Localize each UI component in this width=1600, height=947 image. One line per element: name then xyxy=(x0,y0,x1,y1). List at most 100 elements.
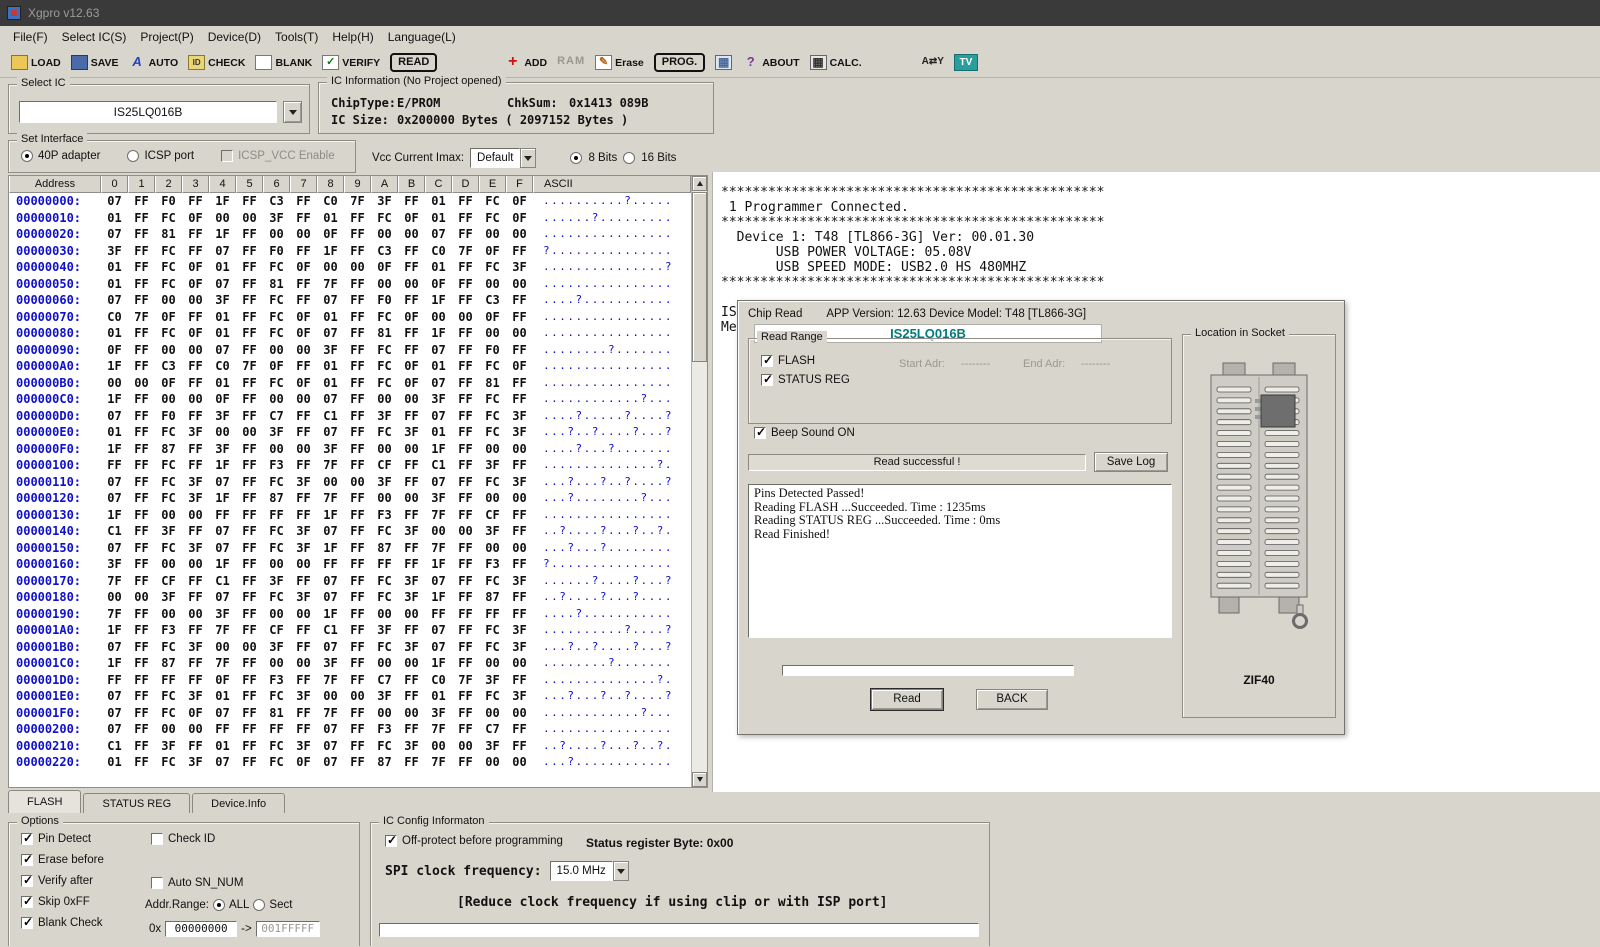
hex-byte[interactable]: FF xyxy=(236,606,263,623)
hex-byte[interactable]: 07 xyxy=(317,391,344,408)
hex-byte[interactable]: C3 xyxy=(371,243,398,260)
hex-row[interactable]: 000001B0:07FFFC3F00003FFF07FFFC3F07FFFC3… xyxy=(9,639,707,656)
hex-byte[interactable]: 1F xyxy=(101,441,128,458)
hex-byte[interactable]: FF xyxy=(344,556,371,573)
hex-byte[interactable]: FF xyxy=(398,622,425,639)
hex-byte[interactable]: 01 xyxy=(209,688,236,705)
hex-byte[interactable]: FC xyxy=(263,738,290,755)
hex-byte[interactable]: FF xyxy=(128,507,155,524)
hex-byte[interactable]: 00 xyxy=(398,606,425,623)
hex-byte[interactable]: 3F xyxy=(398,738,425,755)
radio-addr-all[interactable] xyxy=(213,899,225,911)
hex-byte[interactable]: FF xyxy=(344,226,371,243)
hex-byte[interactable]: 7F xyxy=(209,655,236,672)
hex-byte[interactable]: FC xyxy=(263,589,290,606)
hex-byte[interactable]: FF xyxy=(128,457,155,474)
hex-byte[interactable]: FC xyxy=(479,408,506,425)
save-log-button[interactable]: Save Log xyxy=(1094,452,1168,472)
hex-byte[interactable]: 00 xyxy=(182,507,209,524)
hex-row[interactable]: 00000130:1FFF0000FFFFFFFF1FFFF3FF7FFFCFF… xyxy=(9,507,707,524)
toolbar-prog-button[interactable]: PROG. xyxy=(654,53,705,72)
hex-byte[interactable]: FF xyxy=(452,342,479,359)
hex-row[interactable]: 00000090:0FFF000007FF00003FFFFCFF07FFF0F… xyxy=(9,342,707,359)
toolbar-ram-button[interactable]: RAM xyxy=(557,55,585,70)
hex-byte[interactable]: FF xyxy=(209,721,236,738)
hex-byte[interactable]: 00 xyxy=(290,441,317,458)
tab-flash[interactable]: FLASH xyxy=(8,790,81,813)
hex-byte[interactable]: 07 xyxy=(317,424,344,441)
hex-byte[interactable]: FF xyxy=(290,193,317,210)
hex-byte[interactable]: FF xyxy=(209,507,236,524)
hex-byte[interactable]: 7F xyxy=(452,672,479,689)
hex-byte[interactable]: CF xyxy=(263,622,290,639)
hex-byte[interactable]: FC xyxy=(263,754,290,771)
hex-byte[interactable]: 3F xyxy=(371,408,398,425)
hex-byte[interactable]: 0F xyxy=(290,375,317,392)
hex-byte[interactable]: 7F xyxy=(425,507,452,524)
hex-byte[interactable]: 0F xyxy=(101,342,128,359)
hex-byte[interactable]: 1F xyxy=(209,490,236,507)
hex-byte[interactable]: FF xyxy=(344,408,371,425)
hex-byte[interactable]: FF xyxy=(290,424,317,441)
hex-byte[interactable]: FF xyxy=(452,391,479,408)
hex-row[interactable]: 00000110:07FFFC3F07FFFC3F00003FFF07FFFC3… xyxy=(9,474,707,491)
hex-byte[interactable]: FF xyxy=(236,523,263,540)
hex-byte[interactable]: 0F xyxy=(479,243,506,260)
checkbox[interactable] xyxy=(151,833,163,845)
hex-byte[interactable]: C0 xyxy=(425,243,452,260)
hex-byte[interactable]: FF xyxy=(155,672,182,689)
hex-byte[interactable]: FC xyxy=(479,688,506,705)
hex-byte[interactable]: FF xyxy=(236,754,263,771)
hex-byte[interactable]: 07 xyxy=(101,474,128,491)
hex-byte[interactable]: 3F xyxy=(101,243,128,260)
hex-byte[interactable]: F0 xyxy=(155,193,182,210)
hex-byte[interactable]: 0F xyxy=(155,309,182,326)
ic-combobox[interactable]: IS25LQ016B xyxy=(19,101,277,123)
hex-byte[interactable]: FF xyxy=(317,556,344,573)
toolbar-about-button[interactable]: ?ABOUT xyxy=(742,55,799,70)
hex-byte[interactable]: FF xyxy=(506,292,533,309)
hex-byte[interactable]: 0F xyxy=(182,210,209,227)
hex-byte[interactable]: 3F xyxy=(425,490,452,507)
hex-byte[interactable]: 1F xyxy=(317,540,344,557)
hex-byte[interactable]: FF xyxy=(290,507,317,524)
read-button[interactable]: Read xyxy=(871,689,943,710)
hex-row[interactable]: 000000E0:01FFFC3F00003FFF07FFFC3F01FFFC3… xyxy=(9,424,707,441)
hex-byte[interactable]: FF xyxy=(452,490,479,507)
hex-byte[interactable]: FF xyxy=(452,292,479,309)
hex-row[interactable]: 00000000:07FFF0FF1FFFC3FFC07F3FFF01FFFC0… xyxy=(9,193,707,210)
hex-byte[interactable]: 00 xyxy=(398,441,425,458)
toolbar-verify-button[interactable]: ✓VERIFY xyxy=(322,55,380,70)
hex-byte[interactable]: 07 xyxy=(209,540,236,557)
hex-byte[interactable]: FF xyxy=(263,721,290,738)
hex-byte[interactable]: FF xyxy=(452,193,479,210)
toolbar-add-button[interactable]: +ADD xyxy=(504,55,547,70)
hex-byte[interactable]: FF xyxy=(452,721,479,738)
beep-sound-row[interactable]: Beep Sound ON xyxy=(754,427,855,439)
hex-byte[interactable]: FF xyxy=(344,606,371,623)
hex-byte[interactable]: FF xyxy=(128,573,155,590)
checkbox[interactable] xyxy=(21,917,33,929)
hex-byte[interactable]: 7F xyxy=(452,243,479,260)
hex-byte[interactable]: C1 xyxy=(317,622,344,639)
hex-byte[interactable]: F0 xyxy=(263,243,290,260)
hex-byte[interactable]: 3F xyxy=(182,540,209,557)
hex-byte[interactable]: 1F xyxy=(101,655,128,672)
option-erase-before[interactable]: Erase before xyxy=(21,854,104,866)
hex-row[interactable]: 000001A0:1FFFF3FF7FFFCFFFC1FF3FFF07FFFC3… xyxy=(9,622,707,639)
hex-byte[interactable]: FF xyxy=(344,672,371,689)
hex-byte[interactable]: FF xyxy=(506,375,533,392)
hex-byte[interactable]: 01 xyxy=(209,325,236,342)
hex-byte[interactable]: 7F xyxy=(317,705,344,722)
scroll-up-button[interactable] xyxy=(692,176,707,191)
spi-frequency-select[interactable]: 15.0 MHz xyxy=(550,861,629,881)
hex-byte[interactable]: 00 xyxy=(290,606,317,623)
hex-byte[interactable]: FF xyxy=(290,639,317,656)
hex-byte[interactable]: C0 xyxy=(317,193,344,210)
hex-byte[interactable]: FF xyxy=(236,375,263,392)
hex-byte[interactable]: 3F xyxy=(479,457,506,474)
hex-byte[interactable]: 07 xyxy=(101,226,128,243)
hex-byte[interactable]: FF xyxy=(398,259,425,276)
status-reg-checkbox-row[interactable]: STATUS REG xyxy=(761,374,850,386)
hex-byte[interactable]: FF xyxy=(398,672,425,689)
